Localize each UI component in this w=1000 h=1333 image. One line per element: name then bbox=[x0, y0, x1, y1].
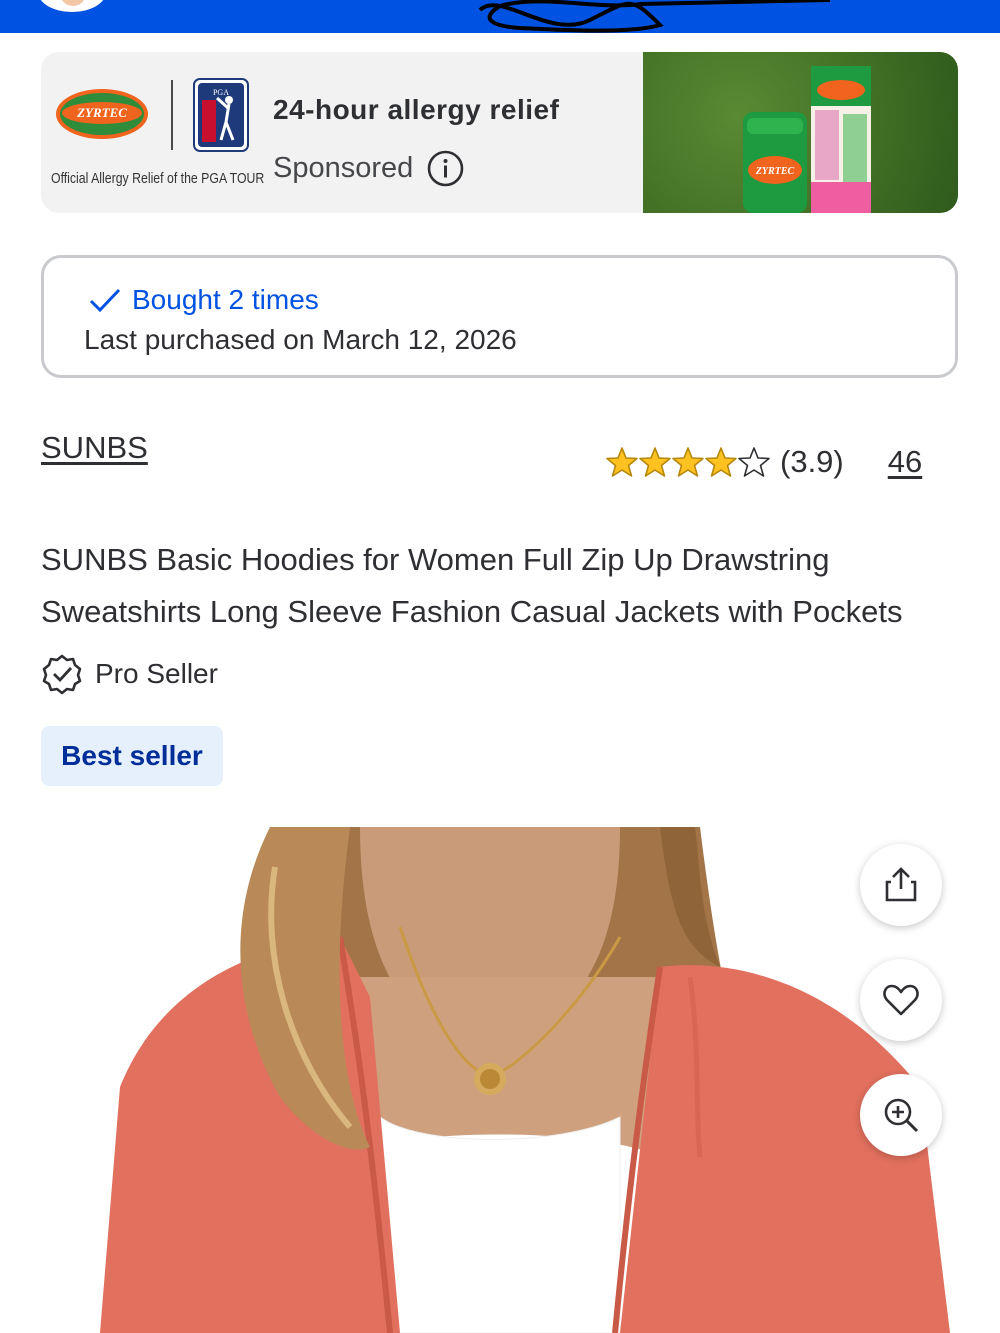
sponsored-text: Sponsored bbox=[273, 152, 414, 184]
ad-headline[interactable]: 24-hour allergy relief bbox=[273, 94, 559, 126]
pro-seller-label: Pro Seller bbox=[95, 658, 218, 689]
pga-tour-logo: PGA bbox=[193, 78, 249, 152]
top-app-bar bbox=[0, 0, 1000, 33]
share-button[interactable] bbox=[860, 844, 942, 926]
rating-value: (3.9) bbox=[780, 444, 844, 479]
scribble-redaction bbox=[478, 0, 831, 33]
checkmark-icon bbox=[89, 288, 121, 313]
bought-label: Bought 2 times bbox=[132, 284, 319, 315]
avatar[interactable] bbox=[38, 0, 106, 12]
review-count-link[interactable]: 46 bbox=[888, 444, 922, 480]
svg-text:ZYRTEC: ZYRTEC bbox=[755, 166, 795, 177]
last-purchased-date: Last purchased on March 12, 2026 bbox=[84, 324, 517, 355]
hoodie-model-photo bbox=[100, 827, 950, 1333]
rating-summary[interactable]: (3.9) 46 bbox=[606, 444, 922, 480]
purchase-history-card: Bought 2 times Last purchased on March 1… bbox=[41, 255, 958, 378]
product-image[interactable] bbox=[100, 827, 950, 1333]
zoom-in-icon bbox=[884, 1098, 919, 1133]
star-filled-icon bbox=[606, 447, 638, 477]
heart-icon bbox=[883, 984, 919, 1016]
info-icon[interactable] bbox=[427, 150, 464, 187]
svg-text:PGA: PGA bbox=[213, 88, 229, 97]
favorite-button[interactable] bbox=[860, 959, 942, 1041]
star-filled-icon bbox=[672, 447, 704, 477]
product-title: SUNBS Basic Hoodies for Women Full Zip U… bbox=[41, 542, 903, 629]
brand-link[interactable]: SUNBS bbox=[41, 430, 148, 466]
ad-tagline: Official Allergy Relief of the PGA TOUR bbox=[51, 170, 265, 187]
logo-divider bbox=[171, 80, 173, 150]
zyrtec-logo: ZYRTEC bbox=[56, 89, 148, 139]
star-filled-icon bbox=[639, 447, 671, 477]
zoom-button[interactable] bbox=[860, 1074, 942, 1156]
sponsored-label: Sponsored bbox=[273, 150, 464, 187]
svg-text:ZYRTEC: ZYRTEC bbox=[76, 105, 127, 120]
ad-product-image[interactable]: ZYRTEC bbox=[643, 52, 958, 213]
star-filled-icon bbox=[705, 447, 737, 477]
verified-badge-icon bbox=[42, 654, 82, 695]
best-seller-tag: Best seller bbox=[41, 726, 223, 786]
star-empty-icon bbox=[738, 447, 770, 477]
sponsored-ad-banner[interactable]: ZYRTEC PGA Official Allergy Relief of th… bbox=[41, 52, 958, 213]
pro-seller-badge[interactable]: Pro Seller bbox=[41, 653, 218, 695]
star-rating bbox=[606, 446, 770, 478]
share-icon bbox=[885, 867, 917, 902]
zyrtec-products-illustration: ZYRTEC bbox=[743, 66, 871, 213]
bought-times: Bought 2 times bbox=[88, 284, 319, 316]
